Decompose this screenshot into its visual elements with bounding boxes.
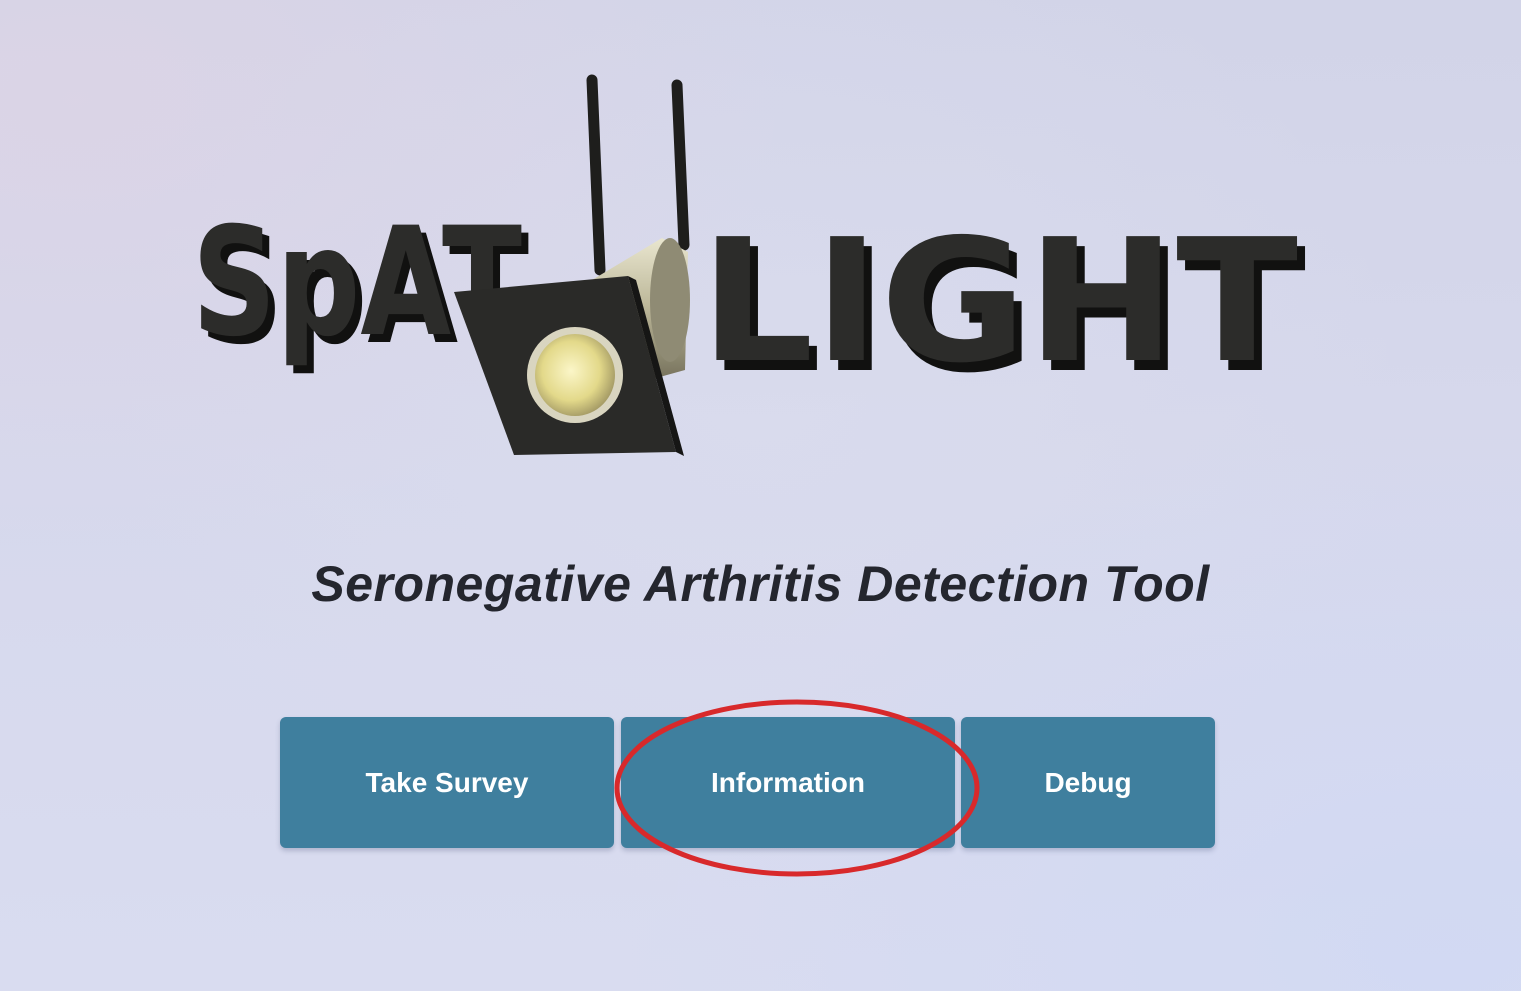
spatlight-logo: SpAT SpAT LIGHT LIGHT	[192, 74, 1306, 456]
logo-word-light: LIGHT LIGHT	[700, 203, 1306, 411]
information-button[interactable]: Information	[621, 717, 955, 848]
take-survey-button[interactable]: Take Survey	[280, 717, 614, 848]
svg-text:SpAT: SpAT	[192, 196, 522, 370]
app-subtitle: Seronegative Arthritis Detection Tool	[311, 556, 1210, 612]
svg-text:LIGHT: LIGHT	[700, 203, 1298, 401]
debug-button[interactable]: Debug	[961, 717, 1215, 848]
